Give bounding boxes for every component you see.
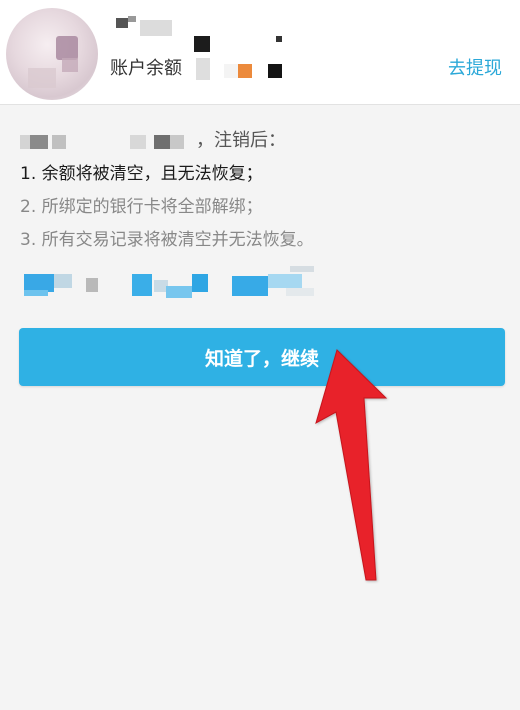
notice-item-records: 3. 所有交易记录将被清空并无法恢复。: [20, 230, 314, 250]
withdraw-link[interactable]: 去提现: [448, 57, 502, 81]
balance-label: 账户余额: [110, 58, 182, 79]
cancel-notice: ，注销后： 1. 余额将被清空，且无法恢复； 2. 所绑定的银行卡将全部解绑； …: [20, 124, 500, 257]
intro-redacted: [20, 133, 196, 151]
extra-info-redacted: [20, 266, 340, 304]
cancel-account-screen: 账户余额 去提现 ，注销后： 1. 余额将被清空，且无法恢复； 2. 所绑定的银…: [0, 0, 520, 710]
avatar: [6, 8, 98, 100]
notice-intro-text: ，注销后：: [196, 130, 286, 151]
account-header: 账户余额 去提现: [0, 0, 520, 105]
notice-item-bank-card: 2. 所绑定的银行卡将全部解绑；: [20, 197, 263, 217]
balance-value-redacted: [196, 56, 296, 82]
account-name-redacted: [114, 16, 284, 56]
notice-item-balance: 1. 余额将被清空，且无法恢复；: [20, 164, 263, 184]
notice-intro: ，注销后：: [20, 124, 500, 158]
continue-button[interactable]: 知道了，继续: [19, 328, 505, 386]
